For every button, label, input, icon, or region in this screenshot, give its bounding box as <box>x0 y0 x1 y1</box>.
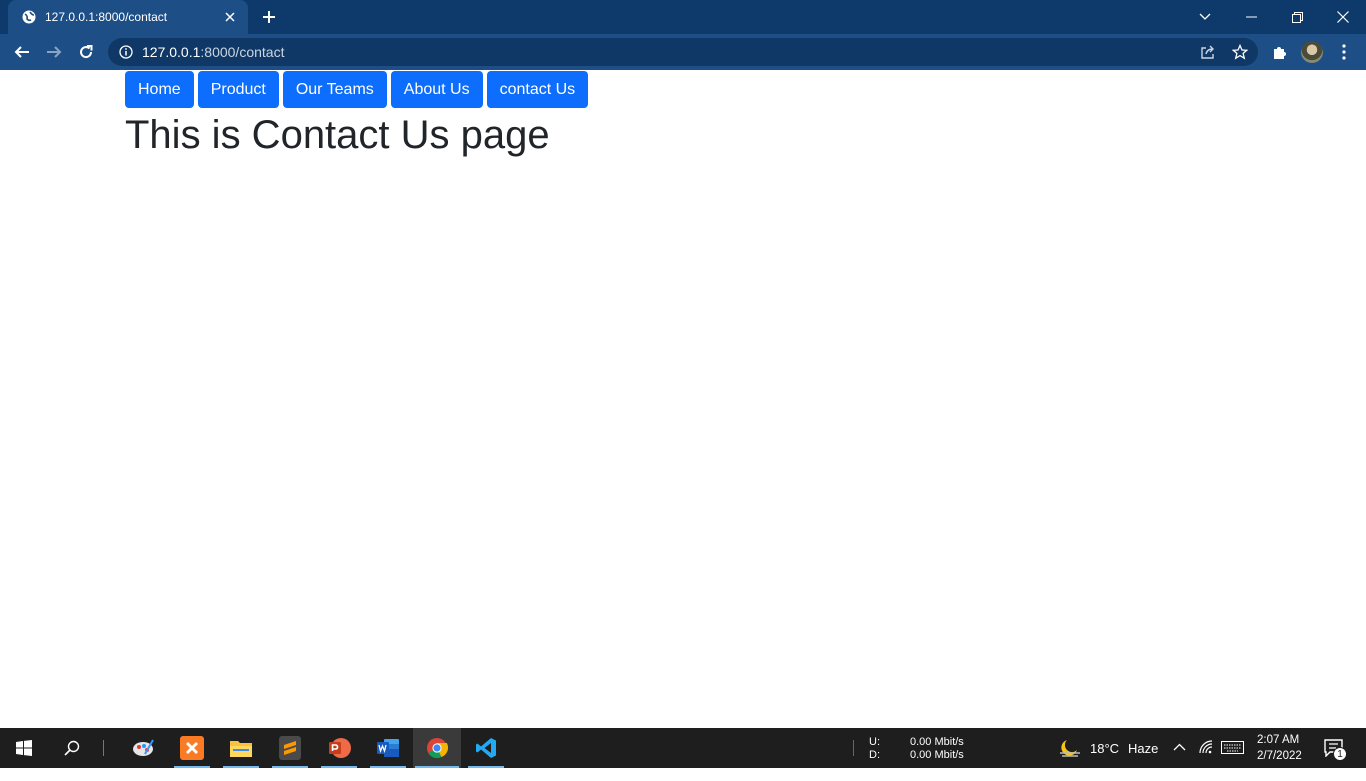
show-hidden-icons-chevron-icon[interactable] <box>1173 742 1187 754</box>
word-icon[interactable] <box>368 728 408 768</box>
browser-tab[interactable]: 127.0.0.1:8000/contact <box>8 0 248 34</box>
reload-button[interactable] <box>72 38 100 66</box>
nav-bar: Home Product Our Teams About Us contact … <box>125 71 589 108</box>
tray-divider <box>853 740 855 756</box>
net-down-value: 0.00 Mbit/s <box>910 749 964 761</box>
clock[interactable]: 2:07 AM 2/7/2022 <box>1257 732 1302 772</box>
url-host: 127.0.0.1 <box>142 44 201 60</box>
search-icon[interactable] <box>52 728 92 768</box>
tab-title: 127.0.0.1:8000/contact <box>45 10 168 24</box>
vscode-icon[interactable] <box>466 728 506 768</box>
restore-button[interactable] <box>1274 0 1320 34</box>
tab-search-icon[interactable] <box>1182 0 1228 34</box>
chrome-icon[interactable] <box>413 728 461 768</box>
net-labels: U: D: <box>869 736 880 776</box>
back-button[interactable] <box>8 38 36 66</box>
weather-condition[interactable]: Haze <box>1128 741 1158 781</box>
keyboard-icon[interactable] <box>1221 741 1245 755</box>
weather-moon-icon[interactable] <box>1058 738 1082 758</box>
taskbar-divider <box>96 728 110 768</box>
file-explorer-icon[interactable] <box>221 728 261 768</box>
net-up-label: U: <box>869 736 880 748</box>
clock-date: 2/7/2022 <box>1257 750 1302 762</box>
clock-time: 2:07 AM <box>1257 734 1300 746</box>
wifi-icon[interactable] <box>1198 740 1216 756</box>
nav-our-teams-button[interactable]: Our Teams <box>282 71 387 108</box>
url-text[interactable]: 127.0.0.1:8000/contact <box>142 43 284 61</box>
extensions-puzzle-icon[interactable] <box>1266 38 1294 66</box>
nav-contact-us-button[interactable]: contact Us <box>486 71 589 108</box>
new-tab-button[interactable] <box>260 8 278 26</box>
net-up-value: 0.00 Mbit/s <box>910 736 964 748</box>
nav-home-button[interactable]: Home <box>125 71 194 108</box>
globe-icon <box>21 10 36 25</box>
windows-start-icon[interactable] <box>4 728 44 768</box>
profile-avatar[interactable] <box>1301 41 1323 63</box>
xampp-app-icon[interactable] <box>172 728 212 768</box>
bookmark-star-icon[interactable] <box>1226 38 1254 66</box>
paint-app-icon[interactable] <box>123 728 163 768</box>
weather-temperature[interactable]: 18°C <box>1090 741 1119 781</box>
nav-product-button[interactable]: Product <box>197 71 279 108</box>
powerpoint-icon[interactable] <box>319 728 359 768</box>
menu-kebab-icon[interactable] <box>1330 38 1358 66</box>
sublime-text-icon[interactable] <box>270 728 310 768</box>
share-icon[interactable] <box>1194 38 1222 66</box>
close-window-button[interactable] <box>1320 0 1366 34</box>
site-info-icon[interactable] <box>118 44 134 60</box>
page-title: This is Contact Us page <box>125 113 550 157</box>
nav-about-us-button[interactable]: About Us <box>390 71 483 108</box>
net-down-label: D: <box>869 749 880 761</box>
net-speed-meter: 0.00 Mbit/s 0.00 Mbit/s <box>910 736 964 776</box>
minimize-button[interactable] <box>1228 0 1274 34</box>
notification-center-icon[interactable]: 1 <box>1322 738 1350 762</box>
forward-button[interactable] <box>40 38 68 66</box>
url-path: :8000/contact <box>200 44 285 60</box>
close-tab-icon[interactable] <box>222 9 238 25</box>
notification-count-badge: 1 <box>1333 747 1347 761</box>
